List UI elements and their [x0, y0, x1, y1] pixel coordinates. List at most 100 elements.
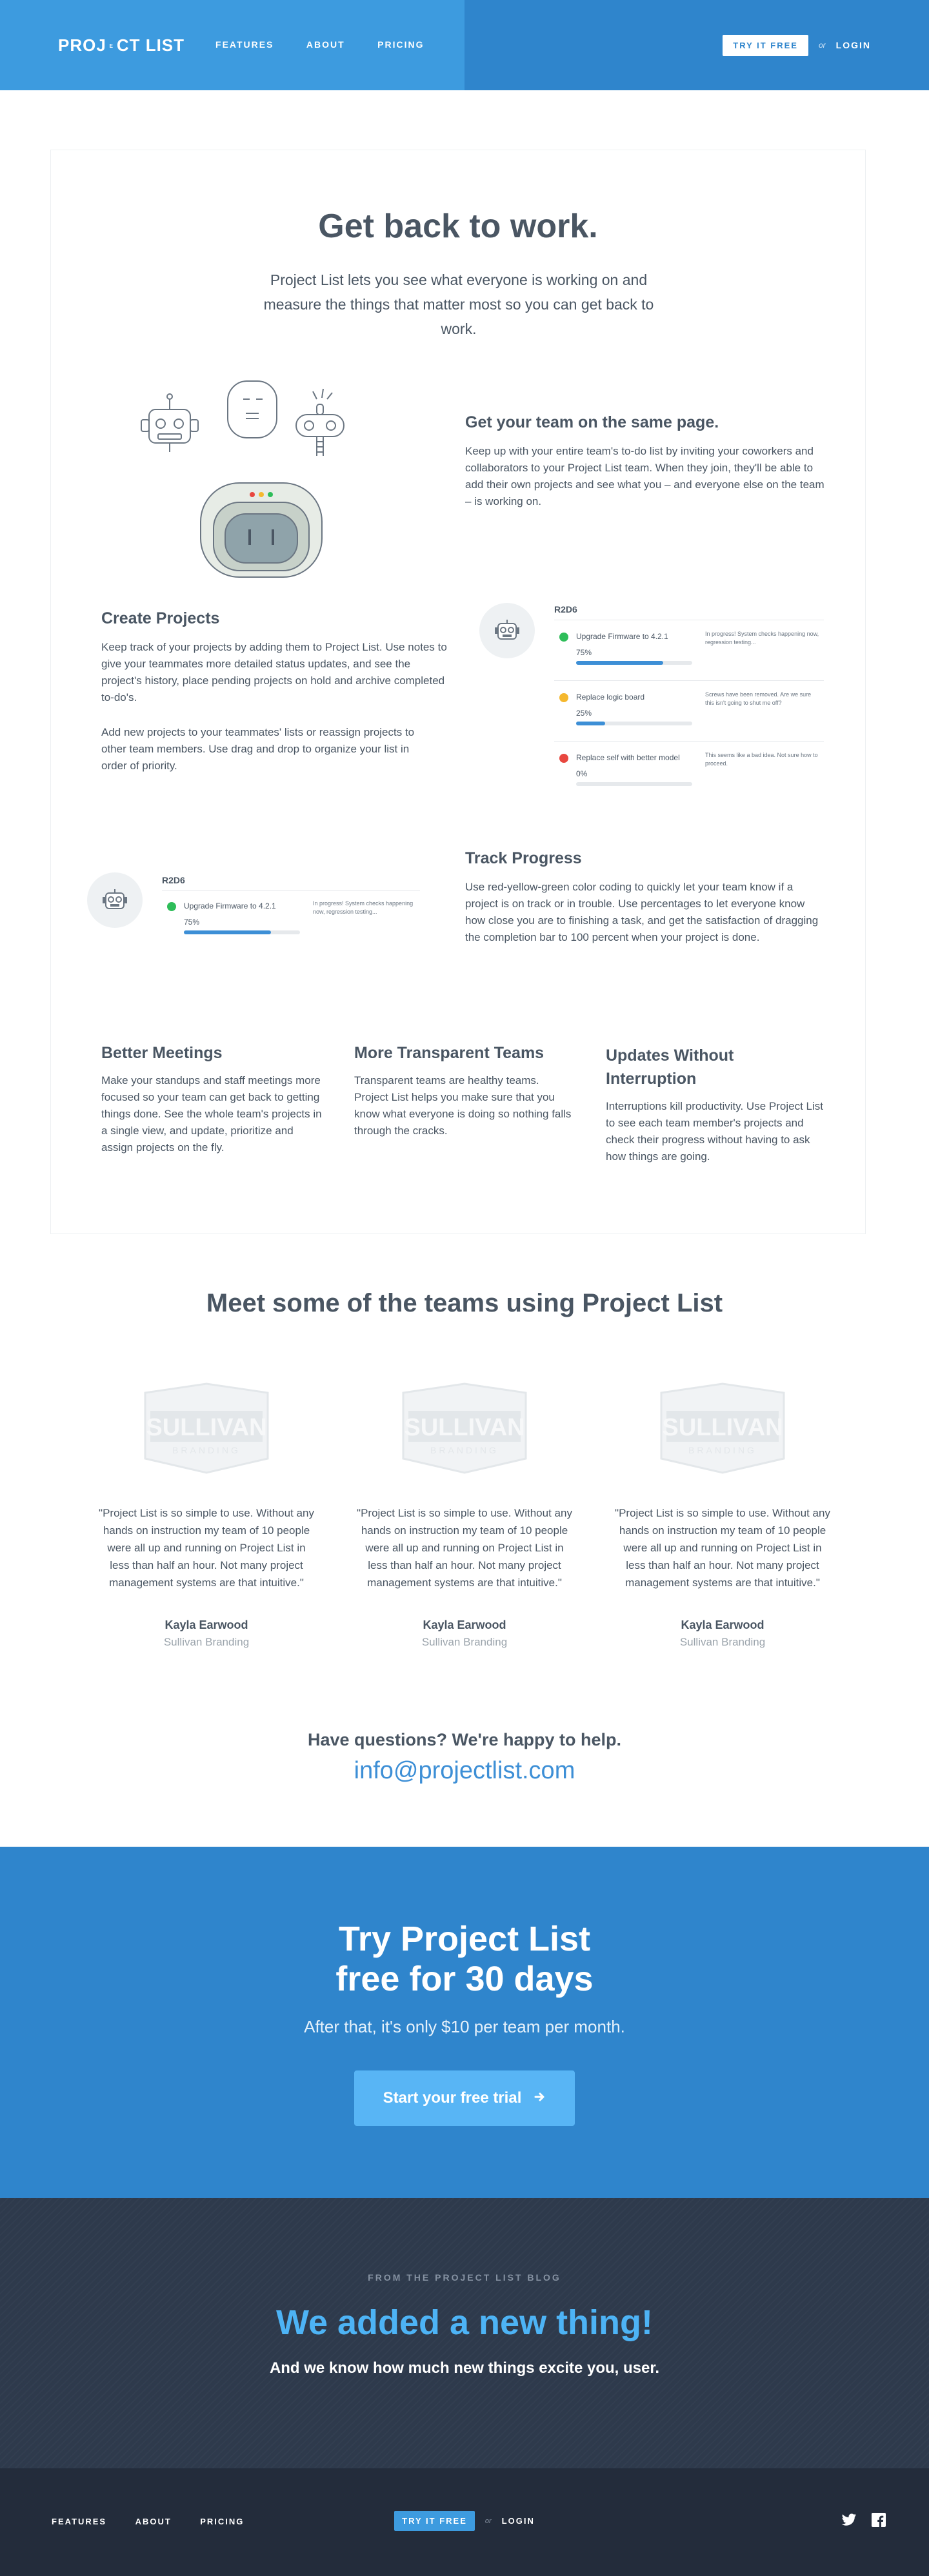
robots-illustration — [141, 380, 345, 578]
testimonial-card: SULLIVAN BRANDING "Project List is so si… — [355, 1380, 574, 1649]
questions-heading: Have questions? We're happy to help. — [307, 1730, 621, 1749]
sullivan-branding-logo: SULLIVAN BRANDING — [144, 1382, 269, 1474]
hero-subtitle: Project List lets you see what everyone … — [263, 271, 654, 337]
track-section-title: Track Progress — [465, 849, 582, 867]
cta-title-line-2: free for 30 days — [335, 1960, 594, 1998]
task-panel-main: R2D6 Upgrade Firmware to 4.2.1 In progre… — [479, 602, 828, 795]
login-link[interactable]: LOGIN — [836, 40, 871, 50]
logo-subtext: BRANDING — [430, 1445, 499, 1455]
task-note: In progress! System checks happening now… — [313, 900, 414, 915]
site-footer: FEATURES ABOUT PRICING TRY IT FREE or LO… — [0, 2468, 929, 2576]
footer-try-it-free-button[interactable]: TRY IT FREE — [394, 2511, 475, 2531]
panel-divider — [162, 890, 420, 891]
panel-owner-name: R2D6 — [554, 604, 577, 615]
header-right: TRY IT FREE or LOGIN — [464, 0, 929, 90]
team-section-title: Get your team on the same page. — [465, 413, 719, 431]
create-section-text-1: Keep track of your projects by adding th… — [101, 641, 447, 703]
progress-bar[interactable] — [576, 722, 692, 725]
transparent-text: Transparent teams are healthy teams. Pro… — [354, 1074, 572, 1137]
progress-fill — [184, 930, 271, 934]
contact-email-link[interactable]: info@projectlist.com — [0, 1757, 929, 1785]
progress-bar[interactable] — [184, 930, 300, 934]
create-section-text-2: Add new projects to your teammates' list… — [101, 726, 415, 772]
track-section-text: Use red-yellow-green color coding to qui… — [465, 881, 819, 943]
try-it-free-button[interactable]: TRY IT FREE — [723, 34, 808, 56]
facebook-icon[interactable] — [871, 2512, 886, 2528]
testimonial-name: Kayla Earwood — [423, 1618, 506, 1631]
logo-text-end: CT LIST — [116, 35, 185, 55]
progress-fill — [576, 661, 663, 665]
panel-owner-name: R2D6 — [162, 875, 185, 885]
task-row[interactable]: Upgrade Firmware to 4.2.1 In progress! S… — [554, 630, 824, 675]
start-free-trial-button[interactable]: Start your free trial — [354, 2070, 575, 2126]
testimonial-company: Sullivan Branding — [679, 1636, 766, 1648]
task-note: In progress! System checks happening now… — [705, 631, 819, 645]
twitter-icon[interactable] — [841, 2512, 857, 2528]
teams-title: Meet some of the teams using Project Lis… — [206, 1289, 723, 1317]
nav-features[interactable]: FEATURES — [215, 39, 274, 50]
blog-section: FROM THE PROJECT LIST BLOG We added a ne… — [0, 2198, 929, 2468]
transparent-title: More Transparent Teams — [354, 1044, 544, 1062]
testimonial-card: SULLIVAN BRANDING "Project List is so si… — [97, 1380, 316, 1649]
task-row[interactable]: Replace self with better model This seem… — [554, 751, 824, 796]
robot-avatar-icon — [103, 889, 127, 909]
blog-post-title-link[interactable]: We added a new thing! — [0, 2303, 929, 2343]
testimonial-card: SULLIVAN BRANDING "Project List is so si… — [613, 1380, 832, 1649]
testimonial-name: Kayla Earwood — [681, 1618, 764, 1631]
nav-about[interactable]: ABOUT — [306, 39, 345, 50]
robot-avatar-icon — [495, 620, 519, 640]
task-percent: 25% — [576, 709, 592, 718]
task-row[interactable]: Replace logic board Screws have been rem… — [554, 691, 824, 736]
logo-mini-mark: E — [109, 43, 114, 49]
r2d6-avatar — [479, 603, 535, 658]
task-label: Replace logic board — [576, 693, 645, 702]
cta-title: Try Project List free for 30 days — [0, 1919, 929, 1999]
task-percent: 75% — [184, 918, 200, 927]
main-nav: FEATURES ABOUT PRICING — [215, 39, 454, 51]
task-panel-small: R2D6 Upgrade Firmware to 4.2.1 In progre… — [87, 872, 423, 950]
cta-button-label: Start your free trial — [383, 2089, 522, 2107]
team-section-text: Keep up with your entire team's to-do li… — [465, 445, 824, 507]
progress-bar[interactable] — [576, 661, 692, 665]
logo-text: SULLIVAN — [146, 1414, 266, 1441]
logo-text-start: PROJ — [58, 35, 106, 55]
progress-bar[interactable] — [576, 782, 692, 786]
create-section-title: Create Projects — [101, 609, 220, 627]
testimonial-company: Sullivan Branding — [421, 1636, 508, 1648]
progress-fill — [576, 722, 605, 725]
blog-kicker: FROM THE PROJECT LIST BLOG — [368, 2272, 561, 2283]
nav-pricing[interactable]: PRICING — [377, 39, 424, 50]
task-note: This seems like a bad idea. Not sure how… — [705, 752, 818, 767]
logo[interactable]: PROJ E CT LIST — [58, 35, 185, 55]
testimonial-company: Sullivan Branding — [163, 1636, 250, 1648]
task-note: Screws have been removed. Are we sure th… — [705, 691, 812, 706]
task-percent: 0% — [576, 769, 588, 778]
footer-login-link[interactable]: LOGIN — [502, 2516, 535, 2526]
testimonial-quote: "Project List is so simple to use. Witho… — [615, 1507, 830, 1589]
testimonial-quote: "Project List is so simple to use. Witho… — [99, 1507, 314, 1589]
social-links — [827, 2512, 886, 2528]
cta-title-line-1: Try Project List — [338, 1920, 591, 1958]
site-header: PROJ E CT LIST FEATURES ABOUT PRICING TRY … — [0, 0, 929, 90]
task-row[interactable]: Upgrade Firmware to 4.2.1 In progress! S… — [162, 900, 420, 945]
testimonial-name: Kayla Earwood — [165, 1618, 248, 1631]
footer-actions: TRY IT FREE or LOGIN — [0, 2511, 929, 2531]
logo-subtext: BRANDING — [172, 1445, 241, 1455]
logo-text: SULLIVAN — [662, 1414, 783, 1441]
r2d6-avatar — [87, 872, 143, 928]
meetings-text: Make your standups and staff meetings mo… — [101, 1074, 322, 1154]
updates-text: Interruptions kill productivity. Use Pro… — [606, 1100, 823, 1163]
header-left: PROJ E CT LIST FEATURES ABOUT PRICING — [0, 0, 464, 90]
status-dot-green — [559, 633, 568, 642]
cta-section: Try Project List free for 30 days After … — [0, 1847, 929, 2198]
panel-divider — [554, 680, 824, 681]
meetings-title: Better Meetings — [101, 1044, 223, 1062]
arrow-right-icon — [534, 2090, 546, 2107]
cta-subtitle: After that, it's only $10 per team per m… — [304, 2017, 625, 2036]
task-label: Upgrade Firmware to 4.2.1 — [184, 901, 276, 910]
status-dot-red — [559, 754, 568, 763]
robot-main-icon — [200, 482, 323, 578]
hero-title: Get back to work. — [318, 208, 598, 245]
sullivan-branding-logo: SULLIVAN BRANDING — [402, 1382, 527, 1474]
updates-title: Updates Without Interruption — [606, 1047, 734, 1088]
